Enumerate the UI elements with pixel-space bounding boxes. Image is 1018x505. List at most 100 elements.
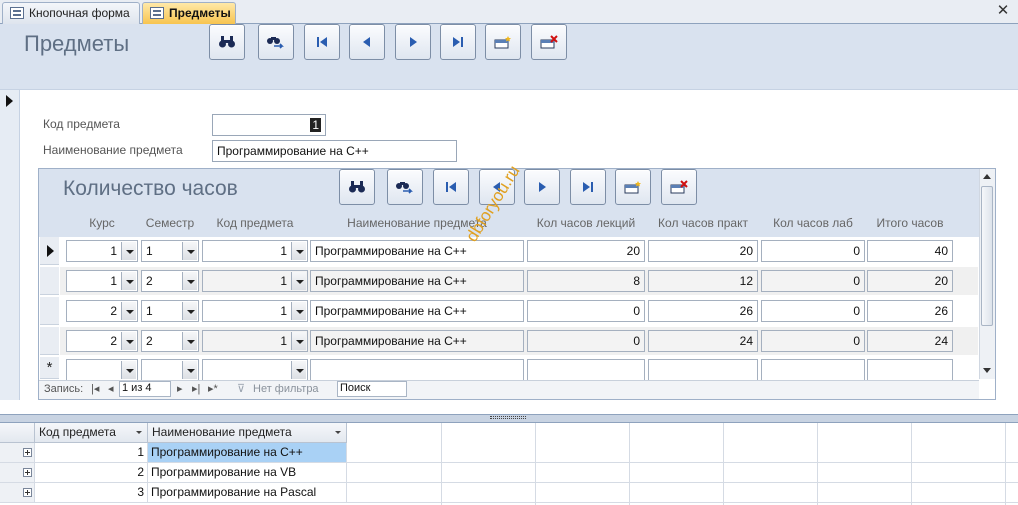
chevron-down-icon[interactable] <box>182 332 197 350</box>
cell-kod[interactable]: 1 <box>202 300 308 322</box>
cell-name[interactable]: Программирование на С++ <box>310 240 524 262</box>
cell-lek[interactable]: 20 <box>527 240 645 262</box>
cell-name[interactable]: Программирование на С++ <box>310 270 524 292</box>
find-button[interactable] <box>209 24 245 60</box>
table-row[interactable]: 1 Программирование на С++ <box>0 443 1018 463</box>
sub-next-record-button[interactable] <box>524 169 560 205</box>
nav-next-icon[interactable]: ▸ <box>177 383 183 396</box>
chevron-down-icon[interactable] <box>121 361 136 379</box>
splitter-grip-icon[interactable] <box>490 416 526 419</box>
cell-kurs[interactable]: 1 <box>66 240 138 262</box>
chevron-down-icon[interactable] <box>291 302 306 320</box>
cell-lek[interactable]: 0 <box>527 300 645 322</box>
close-icon[interactable]: ✕ <box>996 3 1010 19</box>
cell-kod[interactable]: 3 <box>35 483 148 502</box>
chevron-down-icon[interactable] <box>291 332 306 350</box>
cell-kod[interactable]: 1 <box>202 270 308 292</box>
cell-name[interactable]: Программирование на VB <box>148 463 347 482</box>
new-kurs-combo[interactable] <box>66 359 138 381</box>
cell-prakt[interactable]: 12 <box>648 270 758 292</box>
new-record-button[interactable] <box>485 24 521 60</box>
cell-lab[interactable]: 0 <box>761 300 865 322</box>
cell-semestr[interactable]: 1 <box>141 300 199 322</box>
sub-last-record-button[interactable] <box>570 169 606 205</box>
sub-find-button[interactable] <box>339 169 375 205</box>
new-kod-combo[interactable] <box>202 359 308 381</box>
row-selector[interactable] <box>40 297 59 325</box>
ds-col-name[interactable]: Наименование предмета <box>148 423 347 443</box>
sub-new-record-button[interactable] <box>615 169 651 205</box>
tab-subjects[interactable]: Предметы <box>142 2 236 24</box>
cell-name[interactable]: Программирование на С++ <box>148 443 347 462</box>
cell-kod[interactable]: 2 <box>35 463 148 482</box>
previous-record-button[interactable] <box>349 24 385 60</box>
nav-last-icon[interactable]: ▸| <box>192 383 200 396</box>
cell-lek[interactable]: 8 <box>527 270 645 292</box>
sub-delete-record-button[interactable] <box>661 169 697 205</box>
row-selector[interactable] <box>40 237 59 265</box>
nav-previous-icon[interactable]: ◂ <box>108 383 114 396</box>
cell-itogo[interactable]: 40 <box>867 240 953 262</box>
cell-kod[interactable]: 1 <box>202 240 308 262</box>
new-prakt-field[interactable] <box>648 359 758 381</box>
new-semestr-combo[interactable] <box>141 359 199 381</box>
chevron-down-icon[interactable] <box>182 242 197 260</box>
cell-semestr[interactable]: 2 <box>141 330 199 352</box>
sub-first-record-button[interactable] <box>433 169 469 205</box>
cell-prakt[interactable]: 24 <box>648 330 758 352</box>
chevron-down-icon[interactable] <box>291 361 306 379</box>
cell-lab[interactable]: 0 <box>761 240 865 262</box>
row-selector[interactable] <box>0 483 35 502</box>
cell-itogo[interactable]: 24 <box>867 330 953 352</box>
cell-name[interactable]: Программирование на С++ <box>310 330 524 352</box>
search-field[interactable]: Поиск <box>337 381 407 397</box>
cell-itogo[interactable]: 20 <box>867 270 953 292</box>
row-selector[interactable] <box>0 463 35 482</box>
chevron-down-icon[interactable] <box>291 242 306 260</box>
cell-prakt[interactable]: 26 <box>648 300 758 322</box>
tab-switchboard[interactable]: Кнопочная форма <box>2 2 140 24</box>
last-record-button[interactable] <box>440 24 476 60</box>
table-row[interactable]: 2 Программирование на VB <box>0 463 1018 483</box>
expand-icon[interactable] <box>23 448 32 457</box>
cell-lab[interactable]: 0 <box>761 330 865 352</box>
new-lek-field[interactable] <box>527 359 645 381</box>
new-name-field[interactable] <box>310 359 524 381</box>
cell-kurs[interactable]: 2 <box>66 330 138 352</box>
chevron-down-icon[interactable] <box>182 361 197 379</box>
cell-name[interactable]: Программирование на Pascal <box>148 483 347 502</box>
chevron-down-icon[interactable] <box>182 272 197 290</box>
cell-name[interactable]: Программирование на С++ <box>310 300 524 322</box>
cell-prakt[interactable]: 20 <box>648 240 758 262</box>
select-all-corner[interactable] <box>0 423 35 443</box>
scroll-down-icon[interactable] <box>983 368 991 373</box>
table-row[interactable]: 3 Программирование на Pascal <box>0 483 1018 503</box>
cell-kod[interactable]: 1 <box>202 330 308 352</box>
first-record-button[interactable] <box>304 24 340 60</box>
cell-semestr[interactable]: 1 <box>141 240 199 262</box>
column-menu-icon[interactable] <box>136 431 142 434</box>
new-lab-field[interactable] <box>761 359 865 381</box>
sub-find-next-button[interactable] <box>387 169 423 205</box>
find-next-button[interactable] <box>258 24 294 60</box>
expand-icon[interactable] <box>23 468 32 477</box>
chevron-down-icon[interactable] <box>121 302 136 320</box>
cell-itogo[interactable]: 26 <box>867 300 953 322</box>
ds-col-kod[interactable]: Код предмета <box>35 423 148 443</box>
column-menu-icon[interactable] <box>335 431 341 434</box>
nav-first-icon[interactable]: |◂ <box>91 383 99 396</box>
chevron-down-icon[interactable] <box>121 332 136 350</box>
row-selector[interactable] <box>40 267 59 295</box>
cell-lab[interactable]: 0 <box>761 270 865 292</box>
next-record-button[interactable] <box>395 24 431 60</box>
delete-record-button[interactable] <box>531 24 567 60</box>
scrollbar-thumb[interactable] <box>981 186 993 326</box>
code-field[interactable]: 1 <box>212 114 326 136</box>
name-field[interactable]: Программирование на С++ <box>212 140 457 162</box>
scroll-up-icon[interactable] <box>983 174 991 179</box>
cell-kurs[interactable]: 1 <box>66 270 138 292</box>
new-record-selector[interactable]: * <box>40 357 59 379</box>
cell-lek[interactable]: 0 <box>527 330 645 352</box>
new-itogo-field[interactable] <box>867 359 953 381</box>
chevron-down-icon[interactable] <box>291 272 306 290</box>
